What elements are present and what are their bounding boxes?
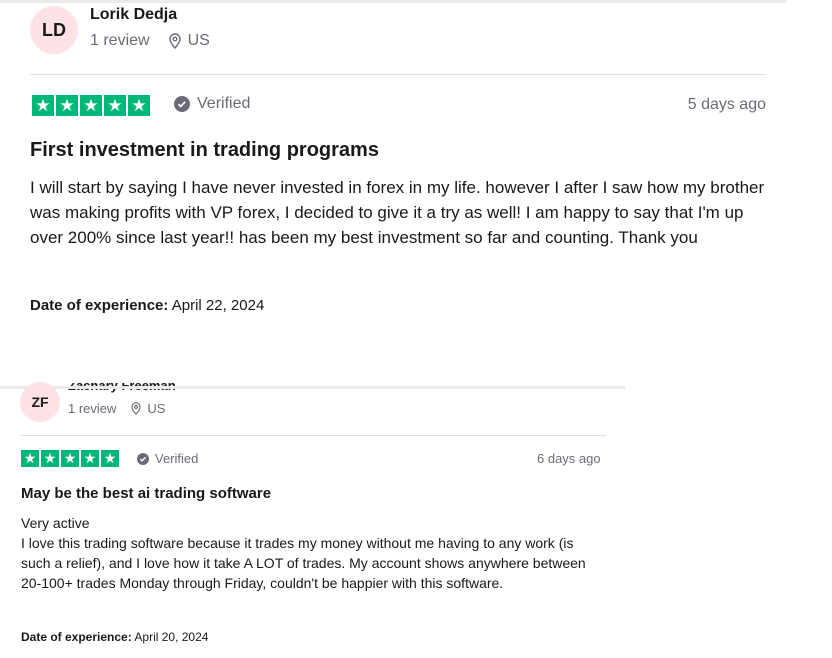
star-rating: ★ ★ ★ ★ ★ [32,95,152,116]
reviewer-name[interactable]: Lorik Dedja [90,6,177,24]
review-count: 1 review [90,32,150,49]
star-icon: ★ [81,450,99,467]
review-title[interactable]: First investment in trading programs [30,139,379,162]
star-icon: ★ [101,450,119,467]
review-body-first-line: Very active [21,515,90,531]
review-count: 1 review [68,401,117,416]
review-date: 6 days ago [537,451,601,466]
reviewer-country: US [147,401,166,416]
review-date: 5 days ago [687,96,766,113]
review-card: Zachary Freeman ZF 1 review US ★ ★ ★ ★ ★… [0,378,640,658]
verified-label: Verified [155,451,199,466]
review-title[interactable]: May be the best ai trading software [21,485,271,502]
date-of-experience: Date of experience: April 22, 2024 [30,297,264,314]
star-icon: ★ [41,450,59,467]
card-top-edge [0,0,786,3]
doe-label: Date of experience: [21,630,132,644]
date-of-experience: Date of experience: April 20, 2024 [21,630,208,644]
reviewer-meta: 1 review US [68,401,165,416]
star-icon: ★ [80,95,102,116]
review-body: I love this trading software because it … [21,535,586,591]
avatar[interactable]: ZF [20,382,60,422]
reviewer-country: US [187,32,210,49]
star-icon: ★ [128,95,150,116]
star-icon: ★ [32,95,54,116]
star-icon: ★ [61,450,79,467]
review-body: I will start by saying I have never inve… [30,178,765,247]
verified-label: Verified [197,95,251,112]
avatar-initials: ZF [31,394,49,410]
verified-check-icon [137,452,149,465]
divider [30,74,766,75]
location-pin-icon [168,33,182,49]
star-icon: ★ [21,450,39,467]
card-top-edge [0,386,625,389]
avatar[interactable]: LD [30,6,78,54]
doe-value: April 20, 2024 [134,630,209,644]
reviewer-meta: 1 review US [90,32,210,50]
verified-check-icon [174,96,190,112]
doe-value: April 22, 2024 [171,297,265,314]
verified-badge[interactable]: Verified [174,95,250,113]
star-icon: ★ [104,95,126,116]
location-pin-icon [130,402,142,415]
star-icon: ★ [56,95,78,116]
review-card: LD Lorik Dedja 1 review US ★ ★ ★ ★ ★ Ver… [0,0,832,340]
divider [20,435,606,436]
verified-badge[interactable]: Verified [137,451,198,466]
star-rating: ★ ★ ★ ★ ★ [21,450,121,467]
doe-label: Date of experience: [30,297,169,314]
avatar-initials: LD [42,19,66,40]
